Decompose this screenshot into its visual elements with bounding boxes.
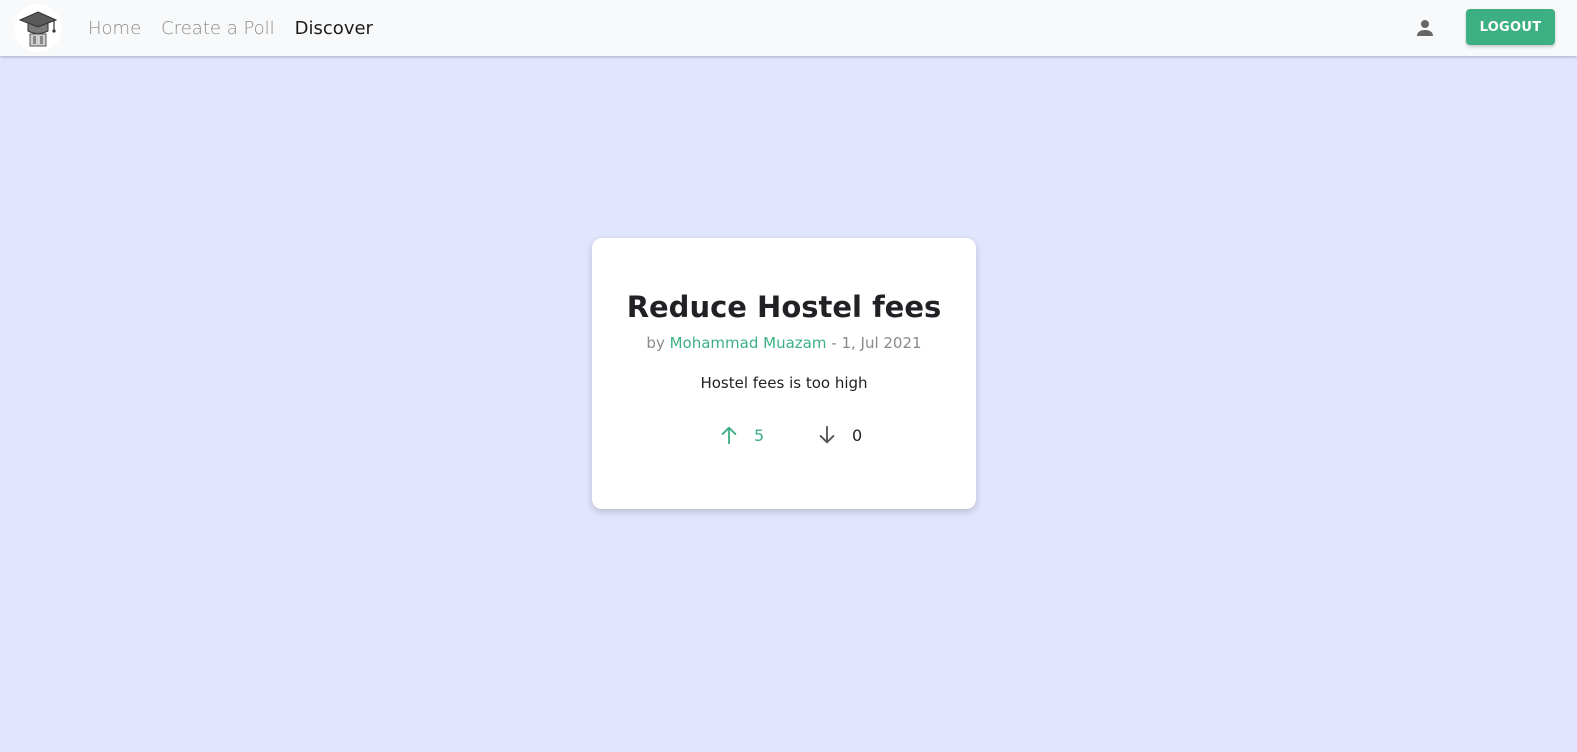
vote-controls: 5 0 [592, 422, 976, 448]
downvote-count: 0 [852, 425, 863, 445]
poll-description: Hostel fees is too high [700, 374, 868, 392]
date-separator: - [831, 334, 837, 352]
logout-button[interactable]: LOGOUT [1466, 9, 1555, 45]
poll-author-link[interactable]: Mohammad Muazam [670, 334, 827, 352]
person-icon[interactable] [1413, 16, 1437, 40]
nav-link-discover[interactable]: Discover [295, 18, 373, 39]
graduation-cap-icon [18, 11, 58, 47]
upvote-button[interactable]: 5 [718, 422, 764, 448]
nav-link-create-poll[interactable]: Create a Poll [161, 18, 275, 39]
upvote-count: 5 [754, 425, 765, 445]
poll-title: Reduce Hostel fees [626, 290, 942, 324]
by-prefix: by [646, 334, 665, 352]
downvote-button[interactable]: 0 [816, 422, 862, 448]
top-navbar: Home Create a Poll Discover LOGOUT [0, 0, 1577, 56]
arrow-up-icon [721, 426, 737, 445]
poll-meta: by Mohammad Muazam - 1, Jul 2021 [592, 334, 976, 352]
poll-card: Reduce Hostel fees by Mohammad Muazam - … [592, 238, 976, 509]
logo[interactable] [14, 4, 62, 52]
nav-link-home[interactable]: Home [88, 18, 141, 39]
nav-links: Home Create a Poll Discover [88, 0, 373, 56]
poll-date: 1, Jul 2021 [841, 334, 922, 352]
arrow-down-icon [819, 425, 835, 444]
